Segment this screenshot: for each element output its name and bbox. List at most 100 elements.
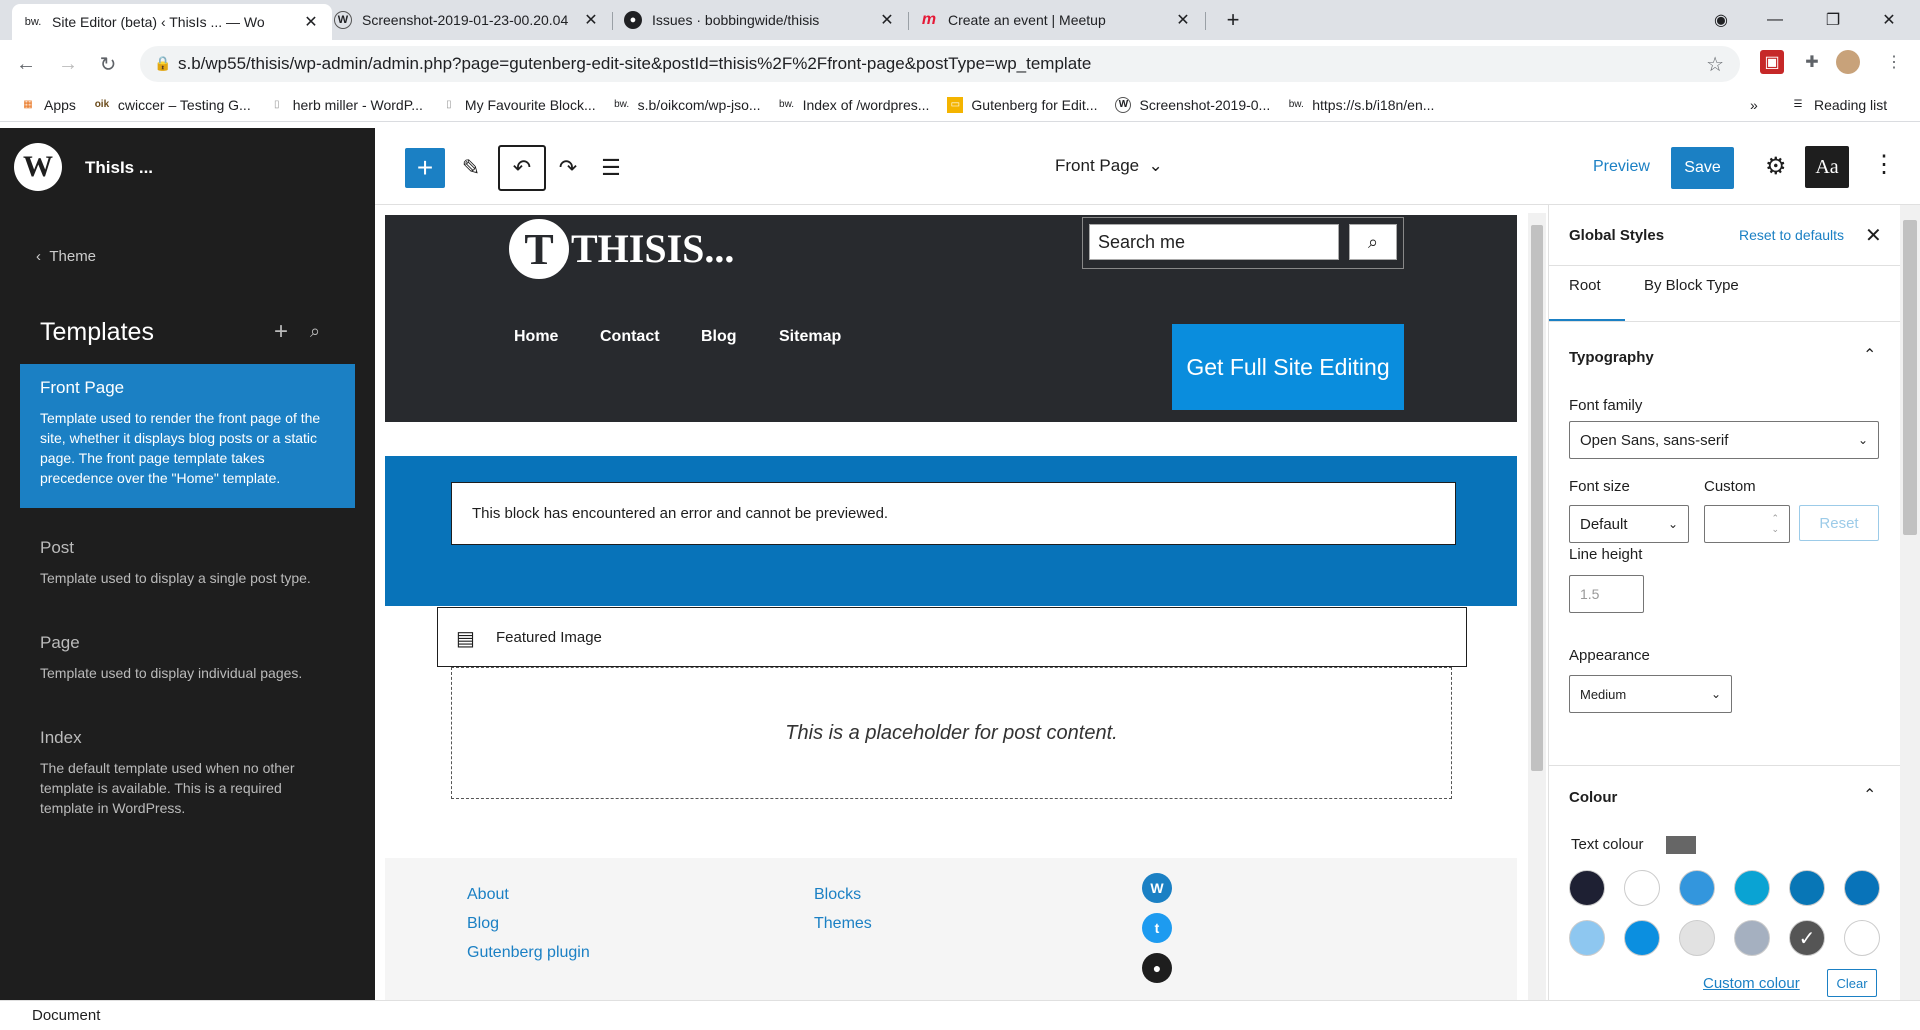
line-height-input[interactable]: 1.5 [1569,575,1644,613]
wordpress-logo-button[interactable]: W [0,128,76,205]
colour-swatch[interactable]: ✓ [1789,920,1825,956]
template-index[interactable]: Index The default template used when no … [20,714,355,832]
colour-swatch[interactable] [1789,870,1825,906]
bookmark-apps[interactable]: ▦ Apps [20,97,76,113]
colour-swatch[interactable] [1624,870,1660,906]
reload-icon[interactable]: ↻ [94,50,122,78]
avatar[interactable] [1836,50,1860,74]
colour-swatch[interactable] [1734,870,1770,906]
add-block-button[interactable]: + [405,148,445,188]
reset-font-size-button[interactable]: Reset [1799,505,1879,541]
extensions-puzzle-icon[interactable]: ✚ [1800,50,1824,74]
typography-heading[interactable]: Typography [1569,349,1654,366]
list-view-icon[interactable]: ☰ [591,148,631,188]
footer-link-blog[interactable]: Blog [467,915,499,933]
bookmark-item[interactable]: ▯ herb miller - WordP... [269,97,423,113]
close-tab-icon[interactable]: ✕ [302,12,320,32]
back-arrow-icon[interactable]: ← [12,50,40,78]
site-logo[interactable]: T [509,219,569,279]
preview-button[interactable]: Preview [1593,158,1650,176]
canvas-scrollbar-thumb[interactable] [1531,225,1543,771]
bookmark-item[interactable]: ▭ Gutenberg for Edit... [947,96,1097,113]
nav-item-sitemap[interactable]: Sitemap [779,328,841,346]
back-to-theme-link[interactable]: ‹ Theme [36,248,96,265]
more-options-icon[interactable]: ⋮ [1872,150,1896,179]
nav-item-home[interactable]: Home [514,328,558,346]
colour-swatch[interactable] [1624,920,1660,956]
colour-swatch[interactable] [1844,920,1880,956]
tab-by-block-type[interactable]: By Block Type [1644,277,1739,294]
browser-tab-issues[interactable]: ● Issues · bobbingwide/thisis ✕ [612,0,908,40]
document-title-dropdown[interactable]: Front Page ⌄ [1055,156,1163,176]
colour-swatch[interactable] [1679,870,1715,906]
bookmark-item[interactable]: bw. https://s.b/i18n/en... [1288,97,1435,113]
colour-swatch[interactable] [1679,920,1715,956]
tab-search-icon[interactable]: ◉ [1698,0,1744,40]
bookmark-item[interactable]: bw. Index of /wordpres... [779,97,929,113]
add-template-icon[interactable]: + [274,318,288,346]
close-icon[interactable]: ✕ [1865,223,1882,248]
font-family-select[interactable]: Open Sans, sans-serif ⌄ [1569,421,1879,459]
appearance-select[interactable]: Medium ⌄ [1569,675,1732,713]
global-styles-button[interactable]: Aa [1805,146,1849,188]
cover-block[interactable]: This block has encountered an error and … [385,456,1517,606]
lock-icon[interactable]: 🔒 [154,55,171,72]
panel-scrollbar-thumb[interactable] [1903,220,1917,535]
colour-swatch[interactable] [1569,870,1605,906]
forward-arrow-icon[interactable]: → [54,50,82,78]
colour-swatch[interactable] [1569,920,1605,956]
address-bar[interactable]: 🔒 s.b/wp55/thisis/wp-admin/admin.php?pag… [140,46,1740,82]
browser-menu-icon[interactable]: ⋮ [1882,50,1906,74]
minimize-button[interactable]: — [1752,0,1798,40]
reading-list-button[interactable]: ☰ Reading list [1790,97,1888,113]
site-header-block[interactable]: T THISIS... Search me ⌕ Home Contact Blo… [385,215,1517,422]
breadcrumb-document[interactable]: Document [32,1007,100,1024]
template-front-page[interactable]: Front Page Template used to render the f… [20,364,355,508]
bookmarks-overflow[interactable]: » [1750,97,1758,113]
post-content-placeholder[interactable]: This is a placeholder for post content. [451,667,1452,799]
bookmark-item[interactable]: bw. s.b/oikcom/wp-jso... [614,97,760,113]
close-tab-icon[interactable]: ✕ [582,10,600,30]
save-button[interactable]: Save [1671,147,1734,189]
colour-swatch[interactable] [1844,870,1880,906]
close-window-button[interactable]: ✕ [1866,0,1912,40]
footer-link-about[interactable]: About [467,886,509,904]
bookmark-item[interactable]: W Screenshot-2019-0... [1115,96,1270,113]
custom-size-input[interactable]: ⌃ ⌄ [1704,505,1790,543]
clear-colour-button[interactable]: Clear [1827,969,1877,997]
new-tab-button[interactable]: + [1210,0,1256,40]
browser-tab-site-editor[interactable]: bw. Site Editor (beta) ‹ ThisIs ... — Wo… [12,4,332,40]
edit-pencil-icon[interactable]: ✎ [451,148,491,188]
colour-swatch[interactable] [1734,920,1770,956]
featured-image-block[interactable]: ▤ Featured Image [437,607,1467,667]
tab-root[interactable]: Root [1569,277,1601,294]
gear-icon[interactable]: ⚙ [1765,152,1787,181]
github-icon[interactable]: ● [1142,953,1172,983]
custom-colour-button[interactable]: Custom colour [1703,975,1800,992]
search-icon[interactable]: ⌕ [310,321,320,342]
bookmark-star-icon[interactable]: ☆ [1706,52,1724,77]
twitter-icon[interactable]: t [1142,913,1172,943]
footer-link-themes[interactable]: Themes [814,915,872,933]
search-icon[interactable]: ⌕ [1349,224,1397,260]
bookmark-item[interactable]: oik cwiccer – Testing G... [94,97,251,113]
site-footer-block[interactable]: About Blog Gutenberg plugin Blocks Theme… [385,858,1517,1000]
browser-tab-screenshot[interactable]: W Screenshot-2019-01-23-00.20.04 ✕ [322,0,612,40]
footer-link-blocks[interactable]: Blocks [814,886,861,904]
reset-to-defaults-button[interactable]: Reset to defaults [1739,227,1844,243]
font-size-select[interactable]: Default ⌄ [1569,505,1689,543]
browser-tab-meetup[interactable]: m Create an event | Meetup ✕ [908,0,1204,40]
undo-icon[interactable]: ↶ [498,145,546,191]
footer-link-gutenberg[interactable]: Gutenberg plugin [467,944,590,962]
maximize-button[interactable]: ❐ [1810,0,1856,40]
nav-item-contact[interactable]: Contact [600,328,660,346]
nav-item-blog[interactable]: Blog [701,328,737,346]
search-input[interactable]: Search me [1089,224,1339,260]
template-post[interactable]: Post Template used to display a single p… [20,524,355,602]
colour-heading[interactable]: Colour [1569,789,1617,806]
wordpress-icon[interactable]: W [1142,873,1172,903]
cta-button[interactable]: Get Full Site Editing [1172,324,1404,410]
template-page[interactable]: Page Template used to display individual… [20,619,355,697]
extension-icon[interactable]: ▣ [1760,50,1784,74]
close-tab-icon[interactable]: ✕ [878,10,896,30]
